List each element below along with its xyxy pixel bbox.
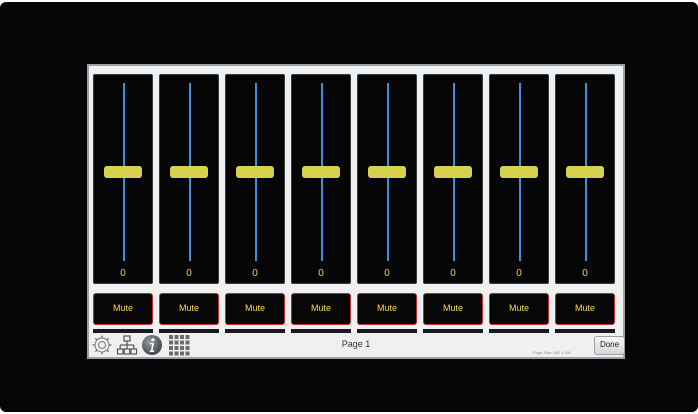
channel-strip: 0 Mute [291, 74, 351, 333]
fader-value: 0 [384, 268, 390, 279]
channel-strip: 0 Mute [225, 74, 285, 333]
fader[interactable]: 0 [93, 74, 153, 284]
done-button[interactable]: Done [594, 336, 625, 355]
fader-value: 0 [186, 268, 192, 279]
mute-button[interactable]: Mute [225, 293, 285, 325]
fader-knob[interactable] [302, 166, 340, 178]
bottom-toolbar: Page 1 Page Size: 552 x 344 Done [89, 332, 625, 358]
page-title: Page 1 [341, 339, 371, 349]
channel-strips: 0 Mute 0 Mute 0 Mute 0 Mute 0 Mute 0 Mut… [93, 74, 619, 333]
channel-strip: 0 Mute [489, 74, 549, 333]
fader-value: 0 [120, 268, 126, 279]
fader-value: 0 [450, 268, 456, 279]
mute-button[interactable]: Mute [357, 293, 417, 325]
mute-button[interactable]: Mute [555, 293, 615, 325]
tablet-device: 0 Mute 0 Mute 0 Mute 0 Mute 0 Mute 0 Mut… [0, 2, 698, 412]
fader[interactable]: 0 [423, 74, 483, 284]
fader-value: 0 [318, 268, 324, 279]
mute-button[interactable]: Mute [93, 293, 153, 325]
page-size-label: Page Size: 552 x 344 [533, 350, 572, 355]
fader[interactable]: 0 [489, 74, 549, 284]
fader-knob[interactable] [170, 166, 208, 178]
touch-panel-screen: 0 Mute 0 Mute 0 Mute 0 Mute 0 Mute 0 Mut… [87, 64, 625, 359]
mute-button[interactable]: Mute [291, 293, 351, 325]
channel-strip: 0 Mute [159, 74, 219, 333]
channel-strip: 0 Mute [93, 74, 153, 333]
fader[interactable]: 0 [225, 74, 285, 284]
fader-value: 0 [252, 268, 258, 279]
fader-knob[interactable] [368, 166, 406, 178]
channel-strip: 0 Mute [423, 74, 483, 333]
fader[interactable]: 0 [357, 74, 417, 284]
mute-button[interactable]: Mute [423, 293, 483, 325]
channel-strip: 0 Mute [357, 74, 417, 333]
fader-knob[interactable] [236, 166, 274, 178]
fader-value: 0 [516, 268, 522, 279]
mute-button[interactable]: Mute [489, 293, 549, 325]
mute-button[interactable]: Mute [159, 293, 219, 325]
fader-knob[interactable] [500, 166, 538, 178]
fader-value: 0 [582, 268, 588, 279]
fader[interactable]: 0 [291, 74, 351, 284]
fader-knob[interactable] [104, 166, 142, 178]
fader-knob[interactable] [434, 166, 472, 178]
fader[interactable]: 0 [159, 74, 219, 284]
fader[interactable]: 0 [555, 74, 615, 284]
fader-knob[interactable] [566, 166, 604, 178]
channel-strip: 0 Mute [555, 74, 615, 333]
